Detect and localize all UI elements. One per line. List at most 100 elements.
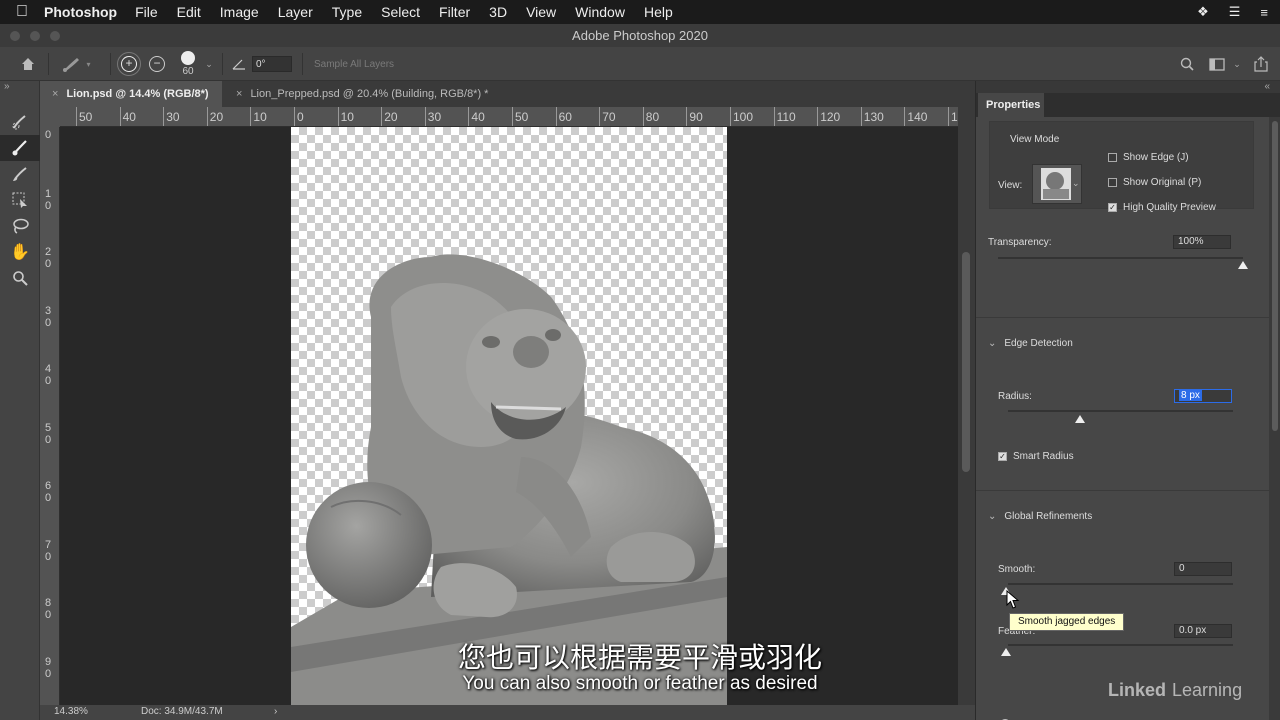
view-mode-heading: View Mode [1010,134,1060,145]
chevron-down-icon[interactable]: ⌄ [202,47,216,81]
ruler-label: 70 [602,110,616,124]
menu-select[interactable]: Select [381,4,420,20]
radius-slider[interactable] [1008,410,1233,412]
smooth-field[interactable]: 0 [1174,562,1232,576]
view-mode-box: View Mode View: ⌄ Show Edge (J) Show Ori… [989,121,1254,213]
status-bar: 14.38% Doc: 34.9M/43.7M › [40,705,975,720]
dropbox-icon[interactable]: ❖ [1197,4,1209,20]
ruler-label: 70 [44,538,52,563]
brush-tip-icon [181,51,195,65]
document-canvas[interactable] [291,127,727,705]
tab-label: Lion_Prepped.psd @ 20.4% (Building, RGB/… [250,88,489,100]
high-quality-preview-checkbox[interactable]: ✓ High Quality Preview [1108,202,1216,213]
lasso-tool-icon[interactable] [0,213,40,239]
menu-edit[interactable]: Edit [177,4,201,20]
menu-layer[interactable]: Layer [278,4,313,20]
radius-field[interactable]: 8 px [1174,389,1232,403]
chevron-down-icon: ⌄ [988,511,997,522]
smooth-slider[interactable] [1008,583,1233,585]
ruler-label: 120 [820,110,841,124]
panel-scrollbar[interactable] [1269,117,1280,720]
show-original-checkbox[interactable]: Show Original (P) [1108,177,1201,188]
ruler-label: 20 [384,110,398,124]
ruler-label: 130 [863,110,884,124]
ruler-label: 40 [471,110,485,124]
ruler-label: 40 [44,363,52,387]
menu-filter[interactable]: Filter [439,4,470,20]
add-to-selection-button[interactable]: + [117,47,141,81]
angle-input[interactable]: 0° [252,56,292,72]
zoom-level[interactable]: 14.38% [54,706,88,717]
tab-label: Lion.psd @ 14.4% (RGB/8*) [66,88,209,100]
menu-type[interactable]: Type [332,4,362,20]
menu-window[interactable]: Window [575,4,625,20]
view-mode-chevron-icon[interactable]: ⌄ [1072,178,1080,189]
vertical-ruler[interactable]: 0102030405060708090 [40,127,60,705]
ruler-label: 10 [253,110,267,124]
transparency-label: Transparency: [988,237,1052,248]
app-menu[interactable]: Photoshop [44,4,117,20]
transparency-slider-knob[interactable] [1238,261,1248,269]
canvas-vertical-scrollbar[interactable] [958,107,975,705]
hand-tool-icon[interactable]: ✋ [0,239,40,265]
close-icon[interactable]: × [236,88,242,100]
ruler-label: 80 [645,110,660,124]
apple-icon[interactable]:  [0,3,44,21]
workspace-icon[interactable] [1206,47,1228,81]
share-icon[interactable] [1250,47,1272,81]
subtitle-english: You can also smooth or feather as desire… [462,673,818,694]
ruler-label: 10 [340,110,354,124]
global-refinements-header[interactable]: ⌄ Global Refinements [988,511,1092,522]
sample-all-layers-checkbox[interactable]: Sample All Layers [314,47,414,81]
subtract-from-selection-button[interactable]: − [146,47,168,81]
menu-view[interactable]: View [526,4,556,20]
menu-3d[interactable]: 3D [489,4,507,20]
edge-detection-header[interactable]: ⌄ Edge Detection [988,338,1073,349]
panel-tabbar: Properties [976,93,1280,117]
window-controls[interactable] [10,31,60,41]
ruler-label: 20 [44,246,52,270]
close-icon[interactable]: × [52,88,58,100]
reset-icon[interactable]: ⟲ [996,715,1011,720]
ruler-label: 60 [44,480,52,504]
search-icon[interactable] [1176,47,1198,81]
quick-selection-tool-icon[interactable] [0,109,40,135]
ruler-label: 60 [558,110,572,124]
tab-properties[interactable]: Properties [978,93,1044,117]
angle-icon [230,47,248,81]
home-icon[interactable] [14,47,42,81]
transparency-slider[interactable] [998,257,1243,259]
toolbar-collapse-icon[interactable]: » [4,81,10,92]
window-title: Adobe Photoshop 2020 [572,28,708,43]
transparency-field[interactable]: 100% [1173,235,1231,249]
tab-lion-prepped-psd[interactable]: × Lion_Prepped.psd @ 20.4% (Building, RGB… [224,81,524,107]
menu-help[interactable]: Help [644,4,673,20]
ruler-label: 50 [79,110,93,124]
status-menu-arrow-icon[interactable]: › [274,706,277,717]
canvas-workarea[interactable] [60,127,958,705]
ruler-label: 15 [951,110,958,124]
brush-size-picker[interactable]: 60 [176,47,200,81]
horizontal-ruler[interactable]: 50 40 30 20 10 0 10 20 30 40 50 60 70 80 90 100 110 120 13… [60,107,958,127]
object-selection-tool-icon[interactable] [0,187,40,213]
radius-slider-knob[interactable] [1075,415,1085,423]
brush-tool-icon[interactable] [0,161,40,187]
refine-edge-brush-tool-icon[interactable] [0,135,40,161]
linkedin-learning-watermark: Linked Learning [1108,680,1243,700]
ruler-label: 110 [776,110,796,124]
control-center-icon[interactable]: ☰ [1229,4,1241,20]
menu-image[interactable]: Image [220,4,259,20]
workspace-chevron-icon[interactable]: ⌄ [1230,47,1244,81]
tab-lion-psd[interactable]: × Lion.psd @ 14.4% (RGB/8*) [40,81,222,107]
menu-file[interactable]: File [135,4,158,20]
panel-collapse-icon[interactable]: « [1264,81,1270,92]
smooth-label: Smooth: [998,564,1036,575]
show-edge-checkbox[interactable]: Show Edge (J) [1108,152,1189,163]
menu-extras-icon[interactable]: ≡ [1260,5,1268,20]
chevron-down-icon: ⌄ [988,338,997,349]
brush-preset-icon[interactable]: ▾ [56,47,96,81]
zoom-tool-icon[interactable] [0,265,40,291]
smart-radius-checkbox[interactable]: ✓ Smart Radius [998,451,1074,462]
sample-all-layers-label: Sample All Layers [314,58,395,70]
ruler-label: 10 [44,187,52,212]
